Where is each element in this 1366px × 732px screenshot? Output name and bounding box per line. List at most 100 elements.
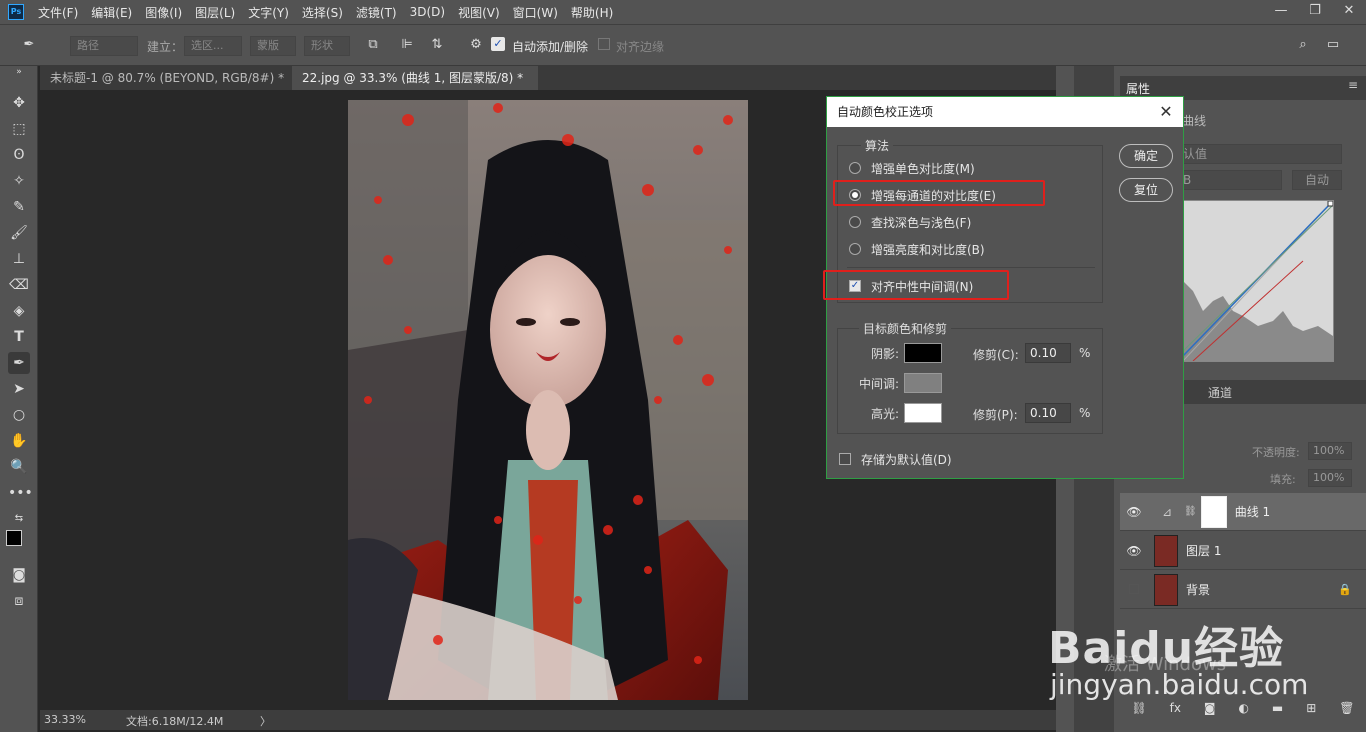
path-arrangement-icon[interactable]: ⇅ xyxy=(428,36,446,54)
menu-filter[interactable]: 滤镜(T) xyxy=(356,4,397,21)
mask-button[interactable]: 蒙版 xyxy=(250,36,296,56)
group-folder-icon[interactable]: ▬ xyxy=(1272,701,1283,715)
collapse-toolbar-icon[interactable]: » xyxy=(8,66,30,78)
mode-select[interactable]: 路径 xyxy=(70,36,138,56)
hand-tool-icon[interactable]: ✋ xyxy=(8,430,30,452)
fx-icon[interactable]: fx xyxy=(1170,701,1181,715)
menu-layer[interactable]: 图层(L) xyxy=(195,4,235,21)
layer-mask-thumbnail[interactable] xyxy=(1200,495,1227,528)
type-tool-icon[interactable]: T xyxy=(8,326,30,348)
radio-monochromatic[interactable] xyxy=(849,162,861,174)
layer-row-layer1[interactable]: 👁 图层 1 xyxy=(1120,532,1366,570)
adjustment-layer-icon[interactable]: ◐ xyxy=(1239,701,1249,715)
menu-type[interactable]: 文字(Y) xyxy=(248,4,289,21)
status-arrow-icon[interactable]: 〉 xyxy=(260,713,271,729)
shape-button[interactable]: 形状 xyxy=(304,36,350,56)
align-edges-label: 对齐边缘 xyxy=(616,40,665,54)
radio-dark-light[interactable] xyxy=(849,216,861,228)
eraser-tool-icon[interactable]: ⌫ xyxy=(8,274,30,296)
auto-add-delete-checkbox[interactable]: ✓ xyxy=(491,37,505,51)
menu-3d[interactable]: 3D(D) xyxy=(410,5,445,19)
clip-shadows-input[interactable]: 0.10 xyxy=(1025,343,1071,363)
brush-tool-icon[interactable]: 🖌 xyxy=(8,222,30,244)
menu-edit[interactable]: 编辑(E) xyxy=(91,4,132,21)
ellipse-tool-icon[interactable]: ○ xyxy=(8,404,30,426)
path-alignment-icon[interactable]: ⊫ xyxy=(398,36,416,54)
reset-button[interactable]: 复位 xyxy=(1119,178,1173,202)
workspace-icon[interactable]: ▭ xyxy=(1324,36,1342,54)
path-operations-icon[interactable]: ⧉ xyxy=(364,36,382,54)
align-edges-checkbox[interactable] xyxy=(598,38,610,50)
gear-icon[interactable]: ⚙ xyxy=(467,36,485,54)
menu-view[interactable]: 视图(V) xyxy=(458,4,500,21)
clip-highlights-input[interactable]: 0.10 xyxy=(1025,403,1071,423)
layer-row-background[interactable]: 背景 🔒 xyxy=(1120,571,1366,609)
ok-button[interactable]: 确定 xyxy=(1119,144,1173,168)
radio-brightness-contrast[interactable] xyxy=(849,243,861,255)
link-icon[interactable]: ⛓ xyxy=(1184,506,1197,517)
fill-field[interactable]: 100% xyxy=(1308,469,1352,487)
pen-tool-icon[interactable]: ✒ xyxy=(8,352,30,374)
option-brightness-contrast[interactable]: 增强亮度和对比度(B) xyxy=(849,239,985,259)
search-icon[interactable]: ⌕ xyxy=(1294,36,1312,54)
selection-button[interactable]: 选区... xyxy=(184,36,242,56)
auto-add-delete-label: 自动添加/删除 xyxy=(512,40,589,54)
menu-select[interactable]: 选择(S) xyxy=(302,4,343,21)
path-selection-tool-icon[interactable]: ➤ xyxy=(8,378,30,400)
menu-window[interactable]: 窗口(W) xyxy=(513,4,558,21)
foreground-color-swatch[interactable] xyxy=(6,530,22,546)
opacity-field[interactable]: 100% xyxy=(1308,442,1352,460)
menu-help[interactable]: 帮助(H) xyxy=(571,4,613,21)
quick-mask-icon[interactable]: ◙ xyxy=(8,564,30,586)
marquee-tool-icon[interactable]: ⬚ xyxy=(8,118,30,140)
layer-name[interactable]: 背景 xyxy=(1186,581,1210,598)
close-window-button[interactable]: ✕ xyxy=(1332,0,1366,22)
save-default-checkbox[interactable] xyxy=(839,453,851,465)
minimize-button[interactable]: — xyxy=(1264,0,1298,22)
panel-menu-icon[interactable]: ≡ xyxy=(1348,78,1358,92)
more-tools-icon[interactable]: ••• xyxy=(8,482,33,504)
layer-name[interactable]: 曲线 1 xyxy=(1235,503,1270,520)
channel-select[interactable]: B xyxy=(1176,170,1282,190)
save-as-default[interactable]: 存储为默认值(D) xyxy=(839,449,952,469)
highlight-box-per-channel xyxy=(833,180,1045,206)
link-layers-icon[interactable]: ⛓ xyxy=(1131,701,1146,715)
option-monochromatic[interactable]: 增强单色对比度(M) xyxy=(849,158,975,178)
curves-graph[interactable] xyxy=(1182,200,1334,362)
add-mask-icon[interactable]: ◙ xyxy=(1204,701,1216,715)
menu-file[interactable]: 文件(F) xyxy=(38,4,78,21)
preset-select[interactable]: 认值 xyxy=(1176,144,1342,164)
stamp-tool-icon[interactable]: ⊥ xyxy=(8,248,30,270)
restore-button[interactable]: ❐ xyxy=(1298,0,1332,22)
zoom-level[interactable]: 33.33% xyxy=(44,713,86,726)
pen-tool-icon[interactable]: ✒ xyxy=(20,36,38,54)
layer-name[interactable]: 图层 1 xyxy=(1186,542,1221,559)
trash-icon[interactable]: 🗑 xyxy=(1339,701,1354,715)
option-dark-light[interactable]: 查找深色与浅色(F) xyxy=(849,212,971,232)
document-photo[interactable] xyxy=(348,100,748,700)
tab-channels[interactable]: 通道 xyxy=(1208,384,1232,401)
layer-row-curves[interactable]: 👁 ⊿ ⛓ 曲线 1 xyxy=(1120,493,1366,531)
tab-22-jpg[interactable]: 22.jpg @ 33.3% (曲线 1, 图层蒙版/8) * ✕ xyxy=(292,66,538,109)
eye-icon[interactable]: 👁 xyxy=(1120,544,1148,558)
visibility-toggle[interactable] xyxy=(1120,583,1148,597)
tab-untitled[interactable]: 未标题-1 @ 80.7% (BEYOND, RGB/8#) * ✕ xyxy=(40,66,292,109)
magic-wand-tool-icon[interactable]: ✧ xyxy=(8,170,30,192)
zoom-tool-icon[interactable]: 🔍 xyxy=(8,456,30,478)
lasso-tool-icon[interactable]: ʘ xyxy=(8,144,30,166)
new-layer-icon[interactable]: ⊞ xyxy=(1306,701,1316,715)
auto-button[interactable]: 自动 xyxy=(1292,170,1342,190)
dialog-close-button[interactable]: ✕ xyxy=(1155,97,1177,127)
paint-bucket-tool-icon[interactable]: ◈ xyxy=(8,300,30,322)
shadows-color-swatch[interactable] xyxy=(904,343,942,363)
midtones-color-swatch[interactable] xyxy=(904,373,942,393)
screen-mode-icon[interactable]: ⧈ xyxy=(8,590,30,612)
tab-properties[interactable]: 属性 xyxy=(1126,80,1150,97)
curves-label: 曲线 xyxy=(1182,114,1207,128)
eyedropper-tool-icon[interactable]: ✎ xyxy=(8,196,30,218)
highlights-color-swatch[interactable] xyxy=(904,403,942,423)
menu-image[interactable]: 图像(I) xyxy=(145,4,182,21)
move-tool-icon[interactable]: ✥ xyxy=(8,92,30,114)
eye-icon[interactable]: 👁 xyxy=(1120,505,1148,519)
swap-colors-icon[interactable]: ⇆ xyxy=(8,508,30,530)
